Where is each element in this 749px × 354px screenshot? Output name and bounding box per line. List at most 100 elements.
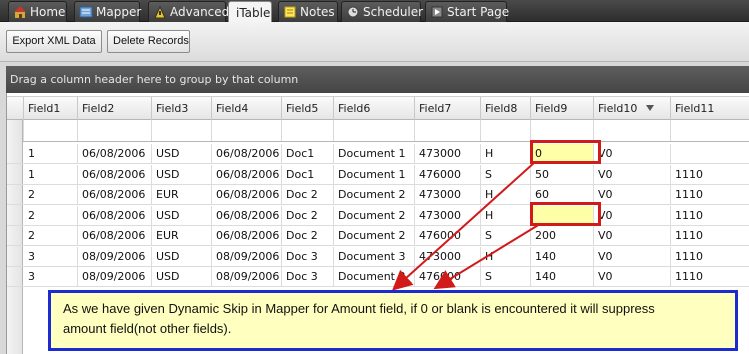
filter-cell[interactable] — [24, 120, 78, 141]
table-cell-field9[interactable] — [531, 205, 594, 226]
table-cell-field1[interactable]: 3 — [24, 267, 78, 287]
table-cell-field1[interactable]: 2 — [24, 205, 78, 226]
table-cell-field2[interactable]: 06/08/2006 — [78, 226, 152, 246]
table-row[interactable]: 2 06/08/2006 EUR 06/08/2006 Doc 2 Document 24… — [7, 185, 749, 205]
table-cell-field5[interactable]: Doc 3 — [282, 267, 334, 287]
table-cell-field4[interactable]: 06/08/2006 — [212, 185, 282, 205]
table-cell-field6[interactable]: Document 3 — [334, 246, 415, 267]
table-cell-field8[interactable]: H — [481, 205, 531, 226]
table-row[interactable]: 1 06/08/2006 USD 06/08/2006 Doc1 Document 1 47… — [7, 144, 749, 164]
table-cell-field8[interactable]: H — [481, 185, 531, 205]
table-cell-field4[interactable]: 06/08/2006 — [212, 226, 282, 246]
group-by-panel[interactable]: Drag a column header here to group by th… — [6, 66, 749, 93]
table-cell-field11[interactable]: 1110 — [671, 267, 749, 287]
table-cell-field8[interactable]: S — [481, 164, 531, 185]
table-row[interactable]: 2 06/08/2006 USD 06/08/2006 Doc 2 Document 24… — [7, 205, 749, 226]
filter-cell[interactable] — [531, 120, 594, 141]
filter-cell[interactable] — [212, 120, 282, 141]
table-cell-field3[interactable]: USD — [152, 164, 212, 185]
table-cell-field6[interactable]: Document 2 — [334, 226, 415, 246]
column-header-field11[interactable]: Field11 — [671, 97, 749, 120]
table-cell-field10[interactable]: V0 — [594, 205, 671, 226]
table-cell-field5[interactable]: Doc 2 — [282, 226, 334, 246]
filter-cell[interactable] — [282, 120, 334, 141]
column-header-field7[interactable]: Field7 — [415, 97, 481, 120]
table-cell-field3[interactable]: USD — [152, 267, 212, 287]
table-cell-field10[interactable]: V0 — [594, 246, 671, 267]
column-header-field6[interactable]: Field6 — [334, 97, 415, 120]
table-cell-field10[interactable]: V0 — [594, 226, 671, 246]
column-header-field4[interactable]: Field4 — [212, 97, 282, 120]
column-header-field9[interactable]: Field9 — [531, 97, 594, 120]
table-cell-field3[interactable]: USD — [152, 246, 212, 267]
tab-notes[interactable]: Notes — [278, 1, 338, 22]
table-cell-field8[interactable]: H — [481, 144, 531, 164]
table-cell-field6[interactable]: Document 2 — [334, 205, 415, 226]
table-cell-field5[interactable]: Doc 2 — [282, 205, 334, 226]
tab-itable[interactable]: iTable — [228, 1, 272, 23]
column-header-field3[interactable]: Field3 — [152, 97, 212, 120]
table-cell-field11[interactable]: 1110 — [671, 247, 749, 267]
table-cell-field6[interactable]: Document 1 — [334, 164, 415, 185]
table-cell-field6[interactable]: Document 1 — [334, 144, 415, 164]
column-header-field1[interactable]: Field1 — [24, 97, 78, 120]
table-cell-field8[interactable]: H — [481, 246, 531, 267]
table-cell-field4[interactable]: 06/08/2006 — [212, 164, 282, 185]
filter-cell[interactable] — [334, 120, 415, 141]
table-cell-field1[interactable]: 2 — [24, 185, 78, 205]
table-cell-field10[interactable]: V0 — [594, 164, 671, 185]
column-header-field10[interactable]: Field10 — [594, 97, 671, 120]
table-cell-field7[interactable]: 473000 — [415, 144, 481, 164]
table-cell-field7[interactable]: 476000 — [415, 164, 481, 185]
table-cell-field6[interactable]: Document 3 — [334, 267, 415, 287]
table-cell-field5[interactable]: Doc 2 — [282, 185, 334, 205]
table-cell-field2[interactable]: 08/09/2006 — [78, 246, 152, 267]
table-cell-field1[interactable]: 3 — [24, 246, 78, 267]
table-cell-field8[interactable]: S — [481, 267, 531, 287]
table-cell-field1[interactable]: 1 — [24, 144, 78, 164]
table-cell-field11[interactable]: 1110 — [671, 185, 749, 205]
table-cell-field10[interactable]: V0 — [594, 185, 671, 205]
table-cell-field1[interactable]: 1 — [24, 164, 78, 185]
table-cell-field4[interactable]: 08/09/2006 — [212, 246, 282, 267]
table-cell-field7[interactable]: 473000 — [415, 246, 481, 267]
tab-home[interactable]: Home — [8, 1, 67, 22]
table-row[interactable]: 1 06/08/2006 USD 06/08/2006 Doc1 Document 1 47… — [7, 164, 749, 185]
export-xml-button[interactable]: Export XML Data — [6, 30, 102, 53]
table-cell-field3[interactable]: USD — [152, 205, 212, 226]
tab-scheduler[interactable]: Scheduler — [341, 1, 423, 22]
filter-cell[interactable] — [594, 120, 671, 141]
table-cell-field9[interactable]: 50 — [531, 164, 594, 185]
table-cell-field7[interactable]: 473000 — [415, 185, 481, 205]
table-cell-field3[interactable]: EUR — [152, 226, 212, 246]
table-cell-field11[interactable]: 1110 — [671, 206, 749, 226]
filter-cell[interactable] — [152, 120, 212, 141]
table-cell-field7[interactable]: 476000 — [415, 226, 481, 246]
table-cell-field4[interactable]: 06/08/2006 — [212, 144, 282, 164]
table-cell-field2[interactable]: 06/08/2006 — [78, 185, 152, 205]
table-cell-field10[interactable]: V0 — [594, 267, 671, 287]
column-header-field2[interactable]: Field2 — [78, 97, 152, 120]
column-header-field5[interactable]: Field5 — [282, 97, 334, 120]
table-cell-field3[interactable]: USD — [152, 144, 212, 164]
table-cell-field2[interactable]: 06/08/2006 — [78, 164, 152, 185]
column-header-field8[interactable]: Field8 — [481, 97, 531, 120]
table-cell-field1[interactable]: 2 — [24, 226, 78, 246]
delete-records-button[interactable]: Delete Records — [107, 30, 190, 53]
table-row[interactable]: 2 06/08/2006 EUR 06/08/2006 Doc 2 Document 24… — [7, 226, 749, 246]
table-cell-field3[interactable]: EUR — [152, 185, 212, 205]
table-cell-field2[interactable]: 06/08/2006 — [78, 205, 152, 226]
table-cell-field11[interactable]: 1110 — [671, 165, 749, 185]
table-cell-field2[interactable]: 06/08/2006 — [78, 144, 152, 164]
filter-cell[interactable] — [78, 120, 152, 141]
table-cell-field9[interactable]: 200 — [531, 226, 594, 246]
table-cell-field5[interactable]: Doc1 — [282, 164, 334, 185]
table-cell-field5[interactable]: Doc1 — [282, 144, 334, 164]
table-row[interactable]: 3 08/09/2006 USD 08/09/2006 Doc 3 Document 34… — [7, 246, 749, 267]
table-cell-field2[interactable]: 08/09/2006 — [78, 267, 152, 287]
tab-mapper[interactable]: Mapper — [74, 1, 141, 22]
table-cell-field4[interactable]: 06/08/2006 — [212, 205, 282, 226]
table-cell-field9[interactable]: 140 — [531, 246, 594, 267]
table-cell-field5[interactable]: Doc 3 — [282, 246, 334, 267]
tab-start-page[interactable]: Start Page — [425, 1, 509, 22]
